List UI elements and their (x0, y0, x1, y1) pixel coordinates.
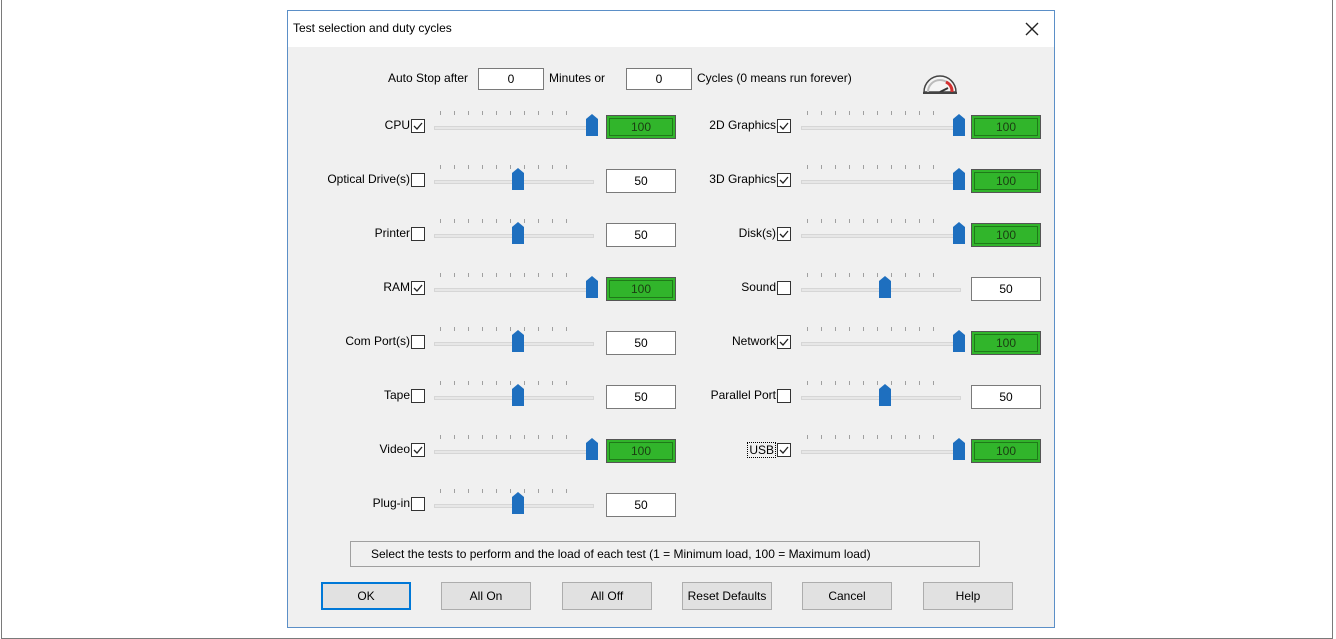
slider-ticks (440, 489, 580, 493)
test-row-network: Network 100 (288, 323, 1054, 363)
slider-track (801, 180, 961, 184)
ok-button[interactable]: OK (321, 582, 411, 610)
slider-track (801, 450, 961, 454)
dialog-title: Test selection and duty cycles (293, 21, 452, 35)
load-slider-2d-graphics[interactable] (801, 107, 965, 147)
load-value-plug-in[interactable]: 50 (606, 493, 676, 517)
checkbox-disk-s[interactable] (777, 227, 791, 241)
cancel-button[interactable]: Cancel (802, 582, 892, 610)
test-label-network: Network (731, 334, 776, 348)
speedometer-icon (923, 75, 957, 94)
slider-track (801, 342, 961, 346)
test-selection-dialog: Test selection and duty cycles Auto Stop… (287, 10, 1055, 628)
load-slider-usb[interactable] (801, 431, 965, 471)
checkbox-plug-in[interactable] (411, 497, 425, 511)
load-slider-parallel-port[interactable] (801, 377, 961, 417)
load-value-network[interactable]: 100 (971, 331, 1041, 355)
all-off-button[interactable]: All Off (562, 582, 652, 610)
test-row-disk-s: Disk(s) 100 (288, 215, 1054, 255)
reset-defaults-button[interactable]: Reset Defaults (682, 582, 772, 610)
checkmark-icon (779, 338, 789, 346)
load-value-disk-s[interactable]: 100 (971, 223, 1041, 247)
checkbox-usb[interactable] (777, 443, 791, 457)
test-label-sound: Sound (741, 280, 776, 294)
slider-ticks (807, 219, 947, 223)
slider-thumb[interactable] (512, 492, 525, 514)
load-slider-sound[interactable] (801, 269, 961, 309)
checkmark-icon (779, 176, 789, 184)
all-on-button[interactable]: All On (441, 582, 531, 610)
test-label-plug-in: Plug-in (372, 496, 410, 510)
slider-ticks (807, 381, 947, 385)
auto-stop-label: Auto Stop after (388, 71, 469, 85)
load-value-3d-graphics[interactable]: 100 (971, 169, 1041, 193)
test-row-sound: Sound 50 (288, 269, 1054, 309)
slider-thumb[interactable] (879, 276, 892, 298)
cycles-input[interactable]: 0 (626, 68, 692, 90)
slider-ticks (807, 273, 947, 277)
slider-ticks (807, 327, 947, 331)
slider-thumb[interactable] (953, 330, 965, 352)
close-button[interactable] (1020, 17, 1044, 41)
slider-thumb[interactable] (953, 438, 965, 460)
slider-thumb[interactable] (953, 114, 965, 136)
load-value-usb[interactable]: 100 (971, 439, 1041, 463)
load-slider-disk-s[interactable] (801, 215, 965, 255)
checkbox-parallel-port[interactable] (777, 389, 791, 403)
slider-thumb[interactable] (953, 168, 965, 190)
test-row-parallel-port: Parallel Port 50 (288, 377, 1054, 417)
test-label-usb: USB (747, 442, 776, 458)
load-value-2d-graphics[interactable]: 100 (971, 115, 1041, 139)
slider-ticks (807, 111, 947, 115)
load-value-sound[interactable]: 50 (971, 277, 1041, 301)
close-icon (1025, 22, 1039, 36)
slider-track (801, 126, 961, 130)
checkmark-icon (779, 122, 789, 130)
test-row-plug-in: Plug-in 50 (288, 485, 1054, 525)
slider-ticks (807, 165, 947, 169)
test-row-2d-graphics: 2D Graphics 100 (288, 107, 1054, 147)
status-description: Select the tests to perform and the load… (350, 541, 980, 567)
load-slider-3d-graphics[interactable] (801, 161, 965, 201)
load-value-parallel-port[interactable]: 50 (971, 385, 1041, 409)
checkmark-icon (779, 446, 789, 454)
cycles-label: Cycles (0 means run forever) (697, 71, 852, 85)
minutes-label: Minutes or (549, 71, 606, 85)
help-button[interactable]: Help (923, 582, 1013, 610)
test-label-disk-s: Disk(s) (738, 226, 776, 240)
test-row-usb: USB 100 (288, 431, 1054, 471)
checkbox-2d-graphics[interactable] (777, 119, 791, 133)
load-slider-network[interactable] (801, 323, 965, 363)
checkmark-icon (779, 230, 789, 238)
test-label-2d-graphics: 2D Graphics (709, 118, 776, 132)
title-bar: Test selection and duty cycles (288, 11, 1054, 47)
checkbox-network[interactable] (777, 335, 791, 349)
test-label-3d-graphics: 3D Graphics (709, 172, 776, 186)
slider-track (801, 234, 961, 238)
minutes-input[interactable]: 0 (478, 68, 544, 90)
slider-thumb[interactable] (879, 384, 892, 406)
test-row-3d-graphics: 3D Graphics 100 (288, 161, 1054, 201)
checkbox-sound[interactable] (777, 281, 791, 295)
slider-ticks (807, 435, 947, 439)
slider-thumb[interactable] (953, 222, 965, 244)
checkbox-3d-graphics[interactable] (777, 173, 791, 187)
load-slider-plug-in[interactable] (434, 485, 594, 525)
test-label-parallel-port: Parallel Port (710, 388, 776, 402)
